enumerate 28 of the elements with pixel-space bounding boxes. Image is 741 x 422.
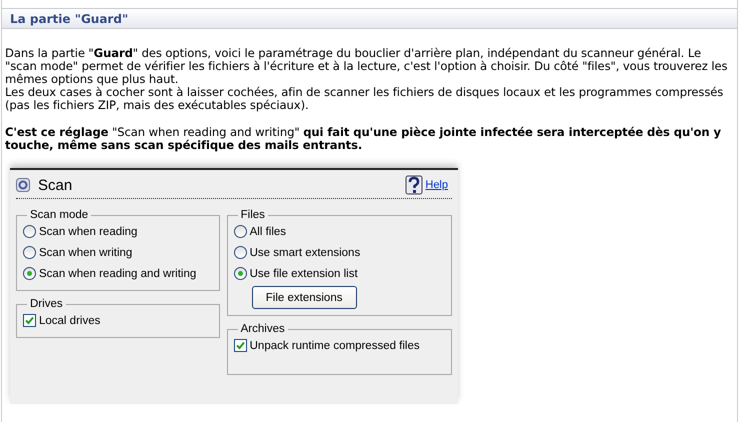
option-label[interactable]: Local drives — [39, 314, 100, 326]
option-label[interactable]: Scan when reading and writing — [39, 268, 196, 280]
checkbox[interactable] — [23, 314, 36, 327]
radio-button[interactable] — [23, 267, 36, 280]
dialog-title: Scan — [38, 176, 72, 194]
option-label[interactable]: All files — [250, 226, 286, 238]
paragraph: C'est ce réglage "Scan when reading and writing" qui fait qu'une pièce jointe infectée sera interceptée dès qu'on y touche, même sans scan spécifique des mails entrants. — [5, 126, 722, 152]
radio-button[interactable] — [234, 225, 247, 238]
group-title: Archives — [240, 323, 286, 335]
radio-button[interactable] — [234, 267, 247, 280]
file-extensions-button[interactable]: File extensions — [252, 286, 357, 309]
radio-button[interactable] — [23, 246, 36, 259]
group-title: Files — [240, 209, 266, 221]
paragraph: Les deux cases à cocher sont à laisser cochées, afin de scanner les fichiers de disques locaux et les programmes compressés (pas les fichiers ZIP, mais des exécutables spéciaux). — [5, 86, 724, 112]
option-label[interactable]: Scan when writing — [39, 246, 132, 258]
group-title: Scan mode — [29, 209, 90, 221]
section-title: La partie "Guard" — [10, 12, 128, 26]
radio-button[interactable] — [23, 225, 36, 238]
checkbox[interactable] — [234, 339, 247, 352]
option-label[interactable]: Scan when reading — [39, 226, 138, 238]
help-icon[interactable] — [405, 175, 424, 195]
radio-button[interactable] — [234, 246, 247, 259]
group-title: Drives — [29, 298, 64, 310]
option-label[interactable]: Use file extension list — [250, 268, 358, 280]
option-label[interactable]: Use smart extensions — [250, 246, 360, 258]
paragraph: Dans la partie "Guard" des options, voici le paramétrage du bouclier d'arrière plan, indépendant du scanneur général. Le "scan mode" permet de vérifier les fichiers à l'écriture et à la lecture, c'est l'option à choisir. Du côté "files", vous trouverez les mêmes options que plus haut. — [5, 47, 728, 86]
option-label[interactable]: Unpack runtime compressed files — [250, 340, 420, 352]
help-link[interactable]: Help — [425, 179, 448, 191]
